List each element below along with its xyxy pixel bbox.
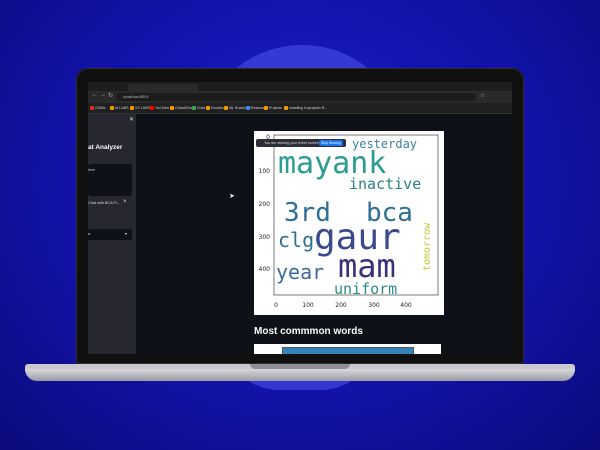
sidebar-title: at Analyzer [88,144,123,151]
most-common-bar [282,347,414,354]
wordcloud-word: bca [366,198,413,228]
bookmark-favicon-icon [90,106,94,111]
bookmark-item[interactable]: Resume [246,104,264,112]
most-common-words-title: Most commmon words [254,326,363,337]
close-icon[interactable]: ✕ [129,116,134,123]
bookmark-label: YouTube [155,106,170,110]
bookmark-favicon-icon [246,106,250,111]
bookmark-item[interactable]: AI LABS [110,104,129,112]
bookmark-label: Resume [251,106,265,110]
bookmark-item[interactable]: GlobalShala [170,104,195,112]
wordcloud-word: year [276,260,324,284]
bookmark-item[interactable]: Projects [264,104,282,112]
bookmark-favicon-icon [224,106,228,111]
laptop-notch [250,364,350,369]
bookmark-label: AI LABS [115,106,129,110]
back-icon[interactable]: ← [92,92,98,98]
chevron-down-icon[interactable]: ▾ [125,231,127,236]
x-tick-label: 100 [302,302,314,309]
uploader-label: here [88,168,96,172]
y-tick-label: 300 [259,234,271,241]
bookmark-favicon-icon [264,106,268,111]
x-tick-label: 200 [335,302,347,309]
bookmark-favicon-icon [206,106,210,111]
laptop-base [25,369,575,381]
wordcloud-chart: 01002003004000 100 200 300 400mayankgaurmam3… [259,134,439,309]
bookmark-item[interactable]: Installing Keyrapher R... [284,104,327,112]
wordcloud-word: inactive [349,175,421,193]
bookmark-item[interactable]: YouTube [150,104,169,112]
reload-icon[interactable]: ↻ [108,92,113,99]
browser-tabstrip [88,82,512,91]
bookmark-label: Projects [269,106,282,110]
bookmark-item[interactable]: Drive [192,104,205,112]
bookmark-favicon-icon [130,106,134,111]
star-icon[interactable]: ☆ [480,92,485,99]
bookmark-label: Drive [197,106,206,110]
bookmark-label: GMAIL [95,106,107,110]
forward-icon[interactable]: → [100,92,106,98]
wordcloud-word: clg [278,228,314,252]
bookmark-favicon-icon [192,106,196,111]
bookmark-favicon-icon [284,106,288,111]
y-tick-label: 400 [259,266,271,273]
stop-sharing-label: Stop Sharing [321,141,341,145]
wordcloud-word: uniform [334,280,397,298]
x-tick-label: 0 [274,302,278,309]
x-tick-label: 400 [400,302,412,309]
bookmark-item[interactable]: VS LABS [130,104,150,112]
screen-share-text: You are sharing your entire screen. [264,141,320,145]
laptop-screen: ← → ↻ localhost:8501 ☆ GMAIL AI LABS VS LA… [88,82,512,354]
bookmark-label: Installing Keyrapher R... [289,106,328,110]
wordcloud-word: tomorrow [422,222,433,271]
address-bar[interactable] [116,93,476,101]
bookmark-favicon-icon [170,106,174,111]
y-tick-label: 100 [259,168,271,175]
address-url: localhost:8501 [123,94,149,99]
bookmark-item[interactable]: GMAIL [90,104,106,112]
remove-file-icon[interactable]: × [123,199,127,205]
bookmark-favicon-icon [150,106,154,111]
y-tick-label: 200 [259,201,271,208]
browser-tab[interactable] [128,84,198,91]
wordcloud-word: yesterday [352,137,417,151]
bookmark-favicon-icon [110,106,114,111]
mouse-cursor-icon: ➤ [229,193,235,200]
x-tick-label: 300 [368,302,380,309]
uploaded-file-name: Chat with BCA FI... [88,201,121,205]
wordcloud-word: 3rd [284,198,331,228]
bookmark-item[interactable]: Doubtnut [206,104,226,112]
bookmark-label: VS LABS [135,106,150,110]
user-select-value: a [88,232,91,236]
